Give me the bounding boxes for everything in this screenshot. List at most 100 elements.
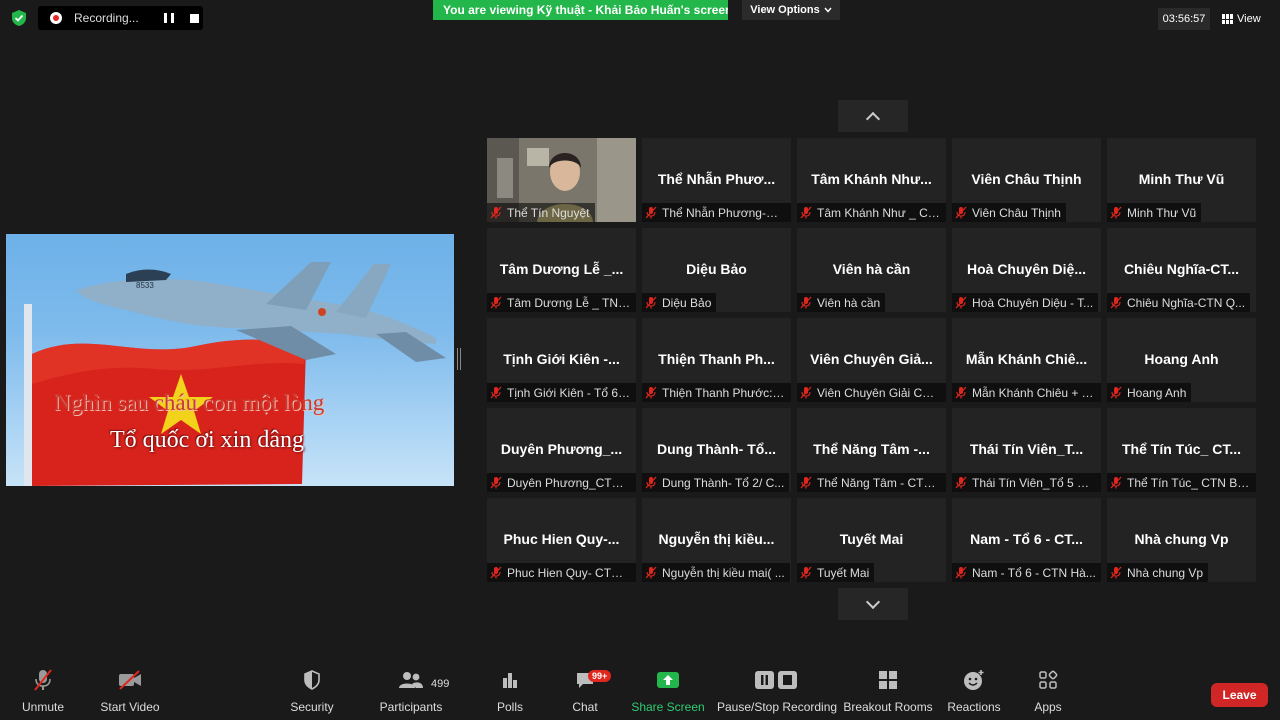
participant-tile[interactable]: Diệu Bảo Diệu Bảo xyxy=(642,228,791,312)
participant-name: Mẫn Khánh Chiê... xyxy=(965,351,1088,367)
polls-label: Polls xyxy=(496,700,523,714)
participant-tile[interactable]: Thể Nhẫn Phươ... Thể Nhẫn Phương-CT... xyxy=(642,138,791,222)
view-button[interactable]: View xyxy=(1222,8,1261,30)
microphone-muted-icon xyxy=(1110,296,1122,309)
participant-tile[interactable]: Nguyễn thị kiều... Nguyễn thị kiều mai( .… xyxy=(642,498,791,582)
participant-tile[interactable]: Chiêu Nghĩa-CT... Chiêu Nghĩa-CTN Q... xyxy=(1107,228,1256,312)
participant-tile[interactable]: Thiện Thanh Ph... Thiện Thanh Phước: Đ... xyxy=(642,318,791,402)
participant-tile[interactable]: Viên Châu Thịnh Viên Châu Thịnh xyxy=(952,138,1101,222)
participant-tile[interactable]: Minh Thư Vũ Minh Thư Vũ xyxy=(1107,138,1256,222)
microphone-muted-icon xyxy=(645,206,657,219)
unmute-button[interactable]: Unmute xyxy=(18,664,68,720)
microphone-muted-icon xyxy=(800,296,812,309)
chevron-down-icon xyxy=(865,594,881,609)
microphone-muted-icon xyxy=(34,669,52,691)
participant-label-text: Viên hà cần xyxy=(817,295,881,310)
participant-label: Dung Thành- Tổ 2/ C... xyxy=(642,473,790,492)
participant-tile[interactable]: Thể Tín Nguyệt xyxy=(487,138,636,222)
gallery-page-up-button[interactable] xyxy=(838,100,908,132)
video-off-icon xyxy=(119,670,141,690)
breakout-rooms-icon xyxy=(879,671,897,689)
microphone-muted-icon xyxy=(490,386,502,399)
microphone-muted-icon xyxy=(955,566,967,579)
participant-name: Nhà chung Vp xyxy=(1134,531,1229,547)
pause-stop-recording-label: Pause/Stop Recording xyxy=(716,700,838,714)
participant-label-text: Hoang Anh xyxy=(1127,385,1187,400)
meeting-timer: 03:56:57 xyxy=(1158,8,1210,30)
participant-label: Viên hà cần xyxy=(797,293,886,312)
participant-tile[interactable]: Tuyết Mai Tuyết Mai xyxy=(797,498,946,582)
participant-name: Hoang Anh xyxy=(1144,351,1219,367)
participant-tile[interactable]: Viên hà cần Viên hà cần xyxy=(797,228,946,312)
breakout-rooms-button[interactable]: Breakout Rooms xyxy=(843,664,933,720)
participant-tile[interactable]: Hoang Anh Hoang Anh xyxy=(1107,318,1256,402)
participant-tile[interactable]: Thái Tín Viên_T... Thái Tín Viên_Tổ 5 CT.… xyxy=(952,408,1101,492)
participant-label: Hoà Chuyên Diệu - T... xyxy=(952,293,1099,312)
shield-icon xyxy=(304,670,320,690)
participant-tile[interactable]: Phuc Hien Quy-... Phuc Hien Quy- CTN ... xyxy=(487,498,636,582)
participant-label-text: Diệu Bảo xyxy=(662,295,712,310)
participant-label-text: Dung Thành- Tổ 2/ C... xyxy=(662,475,785,490)
participant-label: Thể Năng Tâm - CTN... xyxy=(797,473,946,492)
security-button[interactable]: Security xyxy=(290,664,334,720)
microphone-muted-icon xyxy=(1110,206,1122,219)
participant-name: Thể Tín Túc_ CT... xyxy=(1121,441,1241,457)
participant-name: Minh Thư Vũ xyxy=(1138,171,1225,187)
participant-label-text: Duyên Phương_CTN ... xyxy=(507,475,631,490)
participants-label: Participants xyxy=(379,700,443,714)
reactions-button[interactable]: Reactions xyxy=(947,664,1001,720)
participant-name: Dung Thành- Tổ... xyxy=(657,441,776,457)
participant-tile[interactable]: Tịnh Giới Kiên -... Tịnh Giới Kiên - Tổ 6… xyxy=(487,318,636,402)
security-shield-icon[interactable] xyxy=(10,9,28,27)
participant-label-text: Tịnh Giới Kiên - Tổ 6 ... xyxy=(507,385,631,400)
participant-tile[interactable]: Thể Năng Tâm -... Thể Năng Tâm - CTN... xyxy=(797,408,946,492)
participant-name: Viên hà cần xyxy=(832,261,911,277)
participant-tile[interactable]: Hoà Chuyên Diệ... Hoà Chuyên Diệu - T... xyxy=(952,228,1101,312)
participant-label-text: Nam - Tổ 6 - CTN Hà... xyxy=(972,565,1096,580)
participant-name: Chiêu Nghĩa-CT... xyxy=(1123,261,1240,277)
view-options-button[interactable]: View Options xyxy=(742,0,840,20)
microphone-muted-icon xyxy=(490,566,502,579)
microphone-muted-icon xyxy=(955,476,967,489)
participant-label-text: Tuyết Mai xyxy=(817,565,870,580)
participant-label-text: Viên Châu Thịnh xyxy=(972,205,1061,220)
stop-recording-icon[interactable] xyxy=(190,13,199,23)
microphone-muted-icon xyxy=(1110,386,1122,399)
participant-tile[interactable]: Duyên Phương_... Duyên Phương_CTN ... xyxy=(487,408,636,492)
participant-label: Thể Tín Nguyệt xyxy=(487,203,595,222)
pause-stop-recording-button[interactable]: Pause/Stop Recording xyxy=(716,664,838,720)
apps-button[interactable]: Apps xyxy=(1030,664,1066,720)
polls-button[interactable]: Polls xyxy=(492,664,528,720)
reactions-label: Reactions xyxy=(947,700,1001,714)
participant-label-text: Tâm Dương Lễ _ TNBG xyxy=(507,295,631,310)
participant-label: Mẫn Khánh Chiêu + T... xyxy=(952,383,1101,402)
panel-resize-handle[interactable] xyxy=(457,348,461,370)
participant-label-text: Tâm Khánh Như _ CT... xyxy=(817,205,941,220)
chat-button[interactable]: 99+ Chat xyxy=(567,664,612,720)
svg-text:8533: 8533 xyxy=(136,281,154,290)
participant-tile[interactable]: Tâm Dương Lễ _... Tâm Dương Lễ _ TNBG xyxy=(487,228,636,312)
participant-label-text: Thể Tín Túc_ CTN BẮ... xyxy=(1127,475,1251,490)
participant-tile[interactable]: Tâm Khánh Như... Tâm Khánh Như _ CT... xyxy=(797,138,946,222)
view-options-label: View Options xyxy=(750,4,820,16)
participants-button[interactable]: 499 Participants xyxy=(379,664,449,720)
participant-tile[interactable]: Viên Chuyên Giả... Viên Chuyên Giải CTN..… xyxy=(797,318,946,402)
participant-tile[interactable]: Thể Tín Túc_ CT... Thể Tín Túc_ CTN BẮ... xyxy=(1107,408,1256,492)
polls-icon xyxy=(503,673,517,688)
participant-tile[interactable]: Nam - Tổ 6 - CT... Nam - Tổ 6 - CTN Hà... xyxy=(952,498,1101,582)
start-video-button[interactable]: Start Video xyxy=(100,664,160,720)
leave-button[interactable]: Leave xyxy=(1211,683,1268,707)
participant-label: Tịnh Giới Kiên - Tổ 6 ... xyxy=(487,383,636,402)
participants-icon xyxy=(399,672,423,688)
start-video-label: Start Video xyxy=(100,700,160,714)
share-screen-button[interactable]: Share Screen xyxy=(631,664,705,720)
participant-label-text: Thể Tín Nguyệt xyxy=(507,205,590,220)
participant-tile[interactable]: Nhà chung Vp Nhà chung Vp xyxy=(1107,498,1256,582)
gallery-page-down-button[interactable] xyxy=(838,588,908,620)
participant-tile[interactable]: Dung Thành- Tổ... Dung Thành- Tổ 2/ C... xyxy=(642,408,791,492)
pause-recording-icon[interactable] xyxy=(164,13,174,23)
participant-label-text: Hoà Chuyên Diệu - T... xyxy=(972,295,1094,310)
participant-label: Thái Tín Viên_Tổ 5 CT... xyxy=(952,473,1101,492)
participant-label: Chiêu Nghĩa-CTN Q... xyxy=(1107,293,1251,312)
participant-tile[interactable]: Mẫn Khánh Chiê... Mẫn Khánh Chiêu + T... xyxy=(952,318,1101,402)
